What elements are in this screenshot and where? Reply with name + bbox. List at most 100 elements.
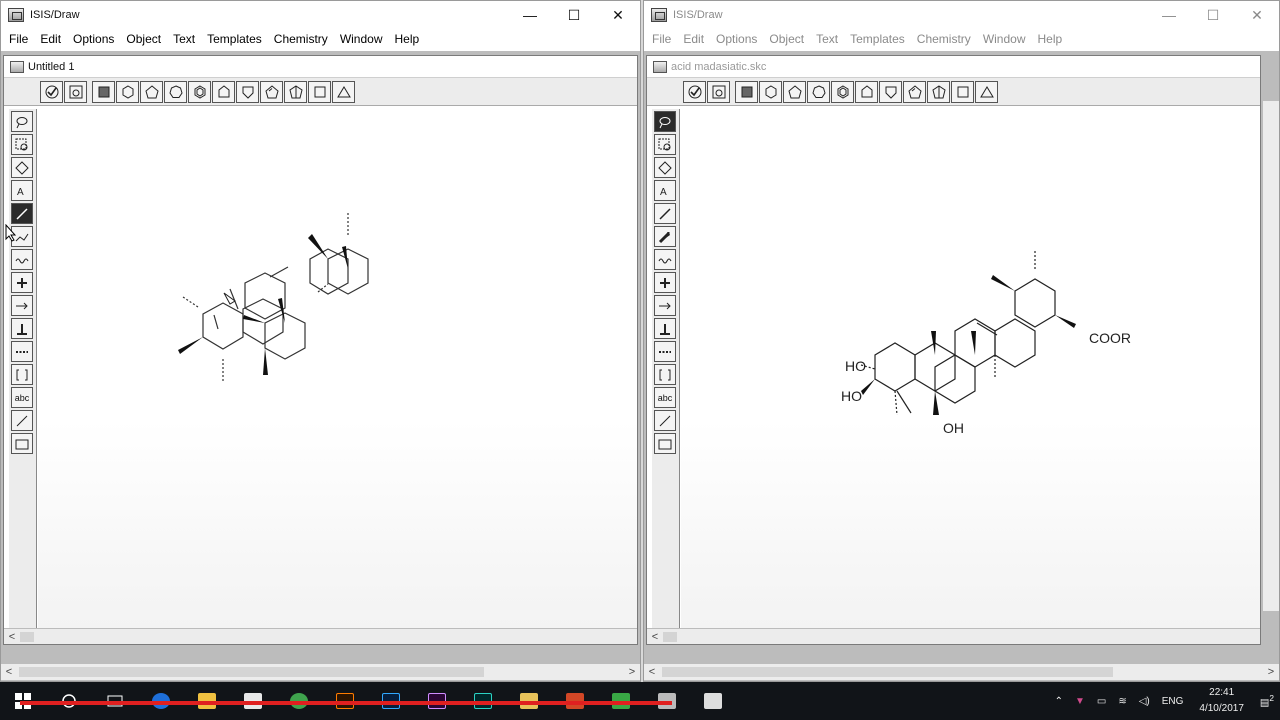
square-icon[interactable] xyxy=(308,80,331,103)
ring-down-icon[interactable] xyxy=(879,80,902,103)
text-tool-icon[interactable]: abc xyxy=(11,387,33,408)
bracket-icon[interactable] xyxy=(654,364,676,385)
drawing-canvas[interactable]: COOR HO HO OH xyxy=(681,109,1260,628)
fused-ring-icon[interactable] xyxy=(284,80,307,103)
outer-scroll-left[interactable]: < xyxy=(644,666,660,678)
check-icon[interactable] xyxy=(40,80,63,103)
line-icon[interactable] xyxy=(654,410,676,431)
scroll-left-arrow[interactable]: < xyxy=(647,631,663,643)
scroll-thumb[interactable] xyxy=(663,631,677,642)
heptagon-icon[interactable] xyxy=(807,80,830,103)
close-button[interactable]: ✕ xyxy=(1235,1,1279,29)
title-bar[interactable]: ISIS/Draw — ☐ ✕ xyxy=(1,1,640,29)
notification-icon[interactable]: ▤2 xyxy=(1254,693,1280,708)
volume-icon[interactable]: ◁) xyxy=(1133,696,1156,707)
menu-object[interactable]: Object xyxy=(120,32,167,46)
menu-help[interactable]: Help xyxy=(1032,32,1069,46)
triangle-icon[interactable] xyxy=(332,80,355,103)
menu-templates[interactable]: Templates xyxy=(844,32,911,46)
wifi-icon[interactable]: ≋ xyxy=(1112,696,1132,707)
title-bar[interactable]: ISIS/Draw — ☐ ✕ xyxy=(644,1,1279,29)
menu-templates[interactable]: Templates xyxy=(201,32,268,46)
menu-text[interactable]: Text xyxy=(167,32,201,46)
wavy-bond-icon[interactable] xyxy=(654,249,676,270)
atom-icon[interactable]: A xyxy=(11,180,33,201)
chain-h-icon[interactable] xyxy=(11,318,33,339)
text-tool-icon[interactable]: abc xyxy=(654,387,676,408)
outer-scroll-left[interactable]: < xyxy=(1,666,17,678)
drawing-canvas[interactable] xyxy=(38,109,637,628)
eraser-icon[interactable] xyxy=(11,157,33,178)
lasso-icon[interactable] xyxy=(11,111,33,132)
battery-icon[interactable]: ▭ xyxy=(1091,696,1112,707)
maximize-button[interactable]: ☐ xyxy=(1191,1,1235,29)
triangle-icon[interactable] xyxy=(975,80,998,103)
lasso-icon[interactable] xyxy=(654,111,676,132)
ring-chair-icon[interactable] xyxy=(212,80,235,103)
bond-icon[interactable] xyxy=(11,203,33,224)
template-icon[interactable] xyxy=(707,80,730,103)
scroll-left-arrow[interactable]: < xyxy=(4,631,20,643)
select-icon[interactable] xyxy=(654,134,676,155)
menu-file[interactable]: File xyxy=(3,32,34,46)
ring-dark-icon[interactable] xyxy=(735,80,758,103)
document-title-bar[interactable]: Untitled 1 xyxy=(4,56,637,78)
line-icon[interactable] xyxy=(11,410,33,431)
ring-chair-icon[interactable] xyxy=(855,80,878,103)
chevron-up-icon[interactable]: ⌃ xyxy=(1049,696,1069,707)
menu-help[interactable]: Help xyxy=(389,32,426,46)
bond-icon[interactable] xyxy=(654,203,676,224)
chain-h-icon[interactable] xyxy=(654,318,676,339)
minimize-button[interactable]: — xyxy=(508,1,552,29)
check-icon[interactable] xyxy=(683,80,706,103)
minimize-button[interactable]: — xyxy=(1147,1,1191,29)
menu-edit[interactable]: Edit xyxy=(677,32,710,46)
bracket-icon[interactable] xyxy=(11,364,33,385)
eraser-icon[interactable] xyxy=(654,157,676,178)
pentagon-icon[interactable] xyxy=(140,80,163,103)
menu-options[interactable]: Options xyxy=(67,32,120,46)
menu-edit[interactable]: Edit xyxy=(34,32,67,46)
arrow-icon[interactable] xyxy=(11,295,33,316)
document-title-bar[interactable]: acid madasiatic.skc xyxy=(647,56,1260,78)
dots-icon[interactable] xyxy=(654,341,676,362)
menu-chemistry[interactable]: Chemistry xyxy=(911,32,977,46)
wavy-bond-icon[interactable] xyxy=(11,249,33,270)
dots-icon[interactable] xyxy=(11,341,33,362)
rectangle-icon[interactable] xyxy=(11,433,33,454)
benzene-icon[interactable] xyxy=(188,80,211,103)
document-hscroll[interactable]: < xyxy=(4,628,637,644)
menu-window[interactable]: Window xyxy=(977,32,1032,46)
close-button[interactable]: ✕ xyxy=(596,1,640,29)
maximize-button[interactable]: ☐ xyxy=(552,1,596,29)
outer-scroll-right[interactable]: > xyxy=(624,666,640,678)
window-hscroll[interactable]: < > xyxy=(1,664,640,680)
clock[interactable]: 22:41 4/10/2017 xyxy=(1189,685,1254,717)
cyclopentadiene-icon[interactable] xyxy=(903,80,926,103)
window-hscroll[interactable]: < > xyxy=(644,664,1279,680)
hexagon-icon[interactable] xyxy=(116,80,139,103)
square-icon[interactable] xyxy=(951,80,974,103)
isis2-taskbar-icon[interactable] xyxy=(690,682,736,720)
outer-scroll-thumb[interactable] xyxy=(19,667,484,677)
menu-object[interactable]: Object xyxy=(763,32,810,46)
ring-dark-icon[interactable] xyxy=(92,80,115,103)
heptagon-icon[interactable] xyxy=(164,80,187,103)
template-icon[interactable] xyxy=(64,80,87,103)
arrow-icon[interactable] xyxy=(654,295,676,316)
hexagon-icon[interactable] xyxy=(759,80,782,103)
plus-icon[interactable] xyxy=(11,272,33,293)
antivirus-icon[interactable]: ▼ xyxy=(1069,696,1091,707)
window-vscroll[interactable] xyxy=(1263,101,1279,611)
language-indicator[interactable]: ENG xyxy=(1156,696,1190,707)
atom-icon[interactable]: A xyxy=(654,180,676,201)
fused-ring-icon[interactable] xyxy=(927,80,950,103)
menu-file[interactable]: File xyxy=(646,32,677,46)
menu-options[interactable]: Options xyxy=(710,32,763,46)
cyclopentadiene-icon[interactable] xyxy=(260,80,283,103)
rectangle-icon[interactable] xyxy=(654,433,676,454)
wedge-bond-icon[interactable] xyxy=(654,226,676,247)
ring-down-icon[interactable] xyxy=(236,80,259,103)
menu-window[interactable]: Window xyxy=(334,32,389,46)
plus-icon[interactable] xyxy=(654,272,676,293)
